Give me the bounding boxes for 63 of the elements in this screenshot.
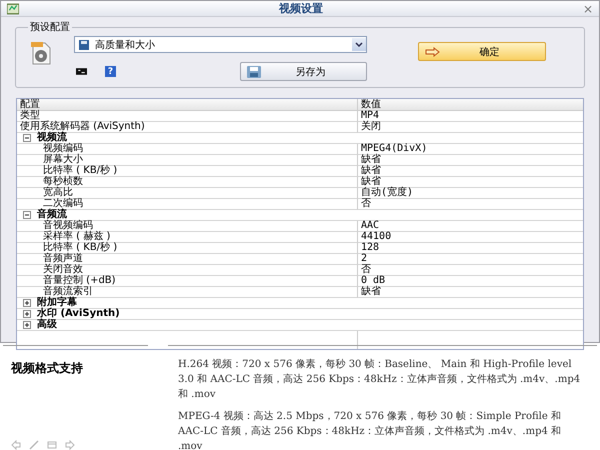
- arrow-left-icon: [11, 440, 21, 450]
- dropdown-value: 高质量和大小: [95, 38, 155, 52]
- setting-label: 采样率 ( 赫兹 ): [17, 232, 357, 243]
- setting-value: MPEG4(DivX): [357, 144, 583, 155]
- setting-label: 关闭音效: [17, 265, 357, 276]
- setting-label: 屏幕大小: [17, 155, 357, 166]
- arrow-right-icon: [424, 46, 440, 56]
- window-title: 视频设置: [278, 1, 324, 16]
- terminal-icon: [76, 66, 87, 77]
- setting-value: 缺省: [357, 287, 583, 298]
- setting-value: 缺省: [357, 166, 583, 177]
- group-label: 音频流: [37, 210, 67, 220]
- setting-value: 自动(宽度): [357, 188, 583, 199]
- expand-icon[interactable]: [23, 310, 31, 318]
- window-icon: [47, 440, 57, 450]
- group-row[interactable]: 视频流: [17, 133, 583, 144]
- setting-label: 使用系统解码器 (AviSynth): [17, 122, 357, 133]
- setting-value: 0 dB: [357, 276, 583, 287]
- group-row[interactable]: 音频流: [17, 210, 583, 221]
- group-label: 高级: [37, 320, 57, 330]
- save-as-button[interactable]: 另存为: [240, 62, 367, 81]
- setting-value: 否: [357, 265, 583, 276]
- setting-value: AAC: [357, 221, 583, 232]
- group-label: 水印 (AviSynth): [37, 309, 120, 319]
- setting-label: 音频声道: [17, 254, 357, 265]
- ok-button[interactable]: 确定: [418, 42, 546, 61]
- column-header: 数值: [357, 99, 583, 111]
- expand-icon[interactable]: [23, 299, 31, 307]
- section-heading: 视频格式支持: [11, 360, 84, 377]
- setting-label: 比特率 ( KB/秒 ): [17, 243, 357, 254]
- setting-value: 关闭: [357, 122, 583, 133]
- arrow-right-icon: [65, 440, 75, 450]
- profile-dropdown[interactable]: 高质量和大小: [74, 36, 367, 53]
- group-row[interactable]: 高级: [17, 320, 583, 331]
- paragraph: MPEG-4 视频：高达 2.5 Mbps，720 x 576 像素，每秒 30 帧：Simple Profile 和 AAC-LC 音频，高达 256 Kbps：48kHz：立体声音频，文件格式为 .m4v、.mp4 和 .mov: [178, 410, 562, 450]
- setting-value: 128: [357, 243, 583, 254]
- setting-label: 比特率 ( KB/秒 ): [17, 166, 357, 177]
- close-button[interactable]: ×: [582, 2, 593, 16]
- pencil-icon: [29, 440, 39, 450]
- setting-label: 音量控制 (+dB): [17, 276, 357, 287]
- setting-label: 宽高比: [17, 188, 357, 199]
- help-icon[interactable]: ?: [105, 66, 116, 77]
- setting-label: 类型: [17, 111, 357, 122]
- column-header: 配置: [17, 99, 357, 111]
- setting-value: 44100: [357, 232, 583, 243]
- setting-value: MP4: [357, 111, 583, 122]
- group-row[interactable]: 附加字幕: [17, 298, 583, 309]
- group-title: 预设配置: [29, 20, 71, 34]
- group-label: 视频流: [37, 133, 67, 143]
- setting-value: 否: [357, 199, 583, 210]
- setting-value: 缺省: [357, 177, 583, 188]
- collapse-icon[interactable]: [23, 134, 31, 142]
- setting-label: 音视频编码: [17, 221, 357, 232]
- caret-icon[interactable]: [352, 38, 366, 51]
- group-label: 附加字幕: [37, 298, 77, 308]
- paragraph: H.264 视频：720 x 576 像素，每秒 30 帧：Baseline、 Main 和 High-Profile level 3.0 和 AAC-LC 音频，高达 256 Kbps：48kHz：立体声音频，文件格式为 .m4v、.mp4 和 .mov: [178, 358, 582, 402]
- app-icon: [7, 2, 19, 14]
- setting-label: 视频编码: [17, 144, 357, 155]
- setting-value: 缺省: [357, 155, 583, 166]
- setting-label: 每秒桢数: [17, 177, 357, 188]
- setting-value: 2: [357, 254, 583, 265]
- collapse-icon[interactable]: [23, 211, 31, 219]
- expand-icon[interactable]: [23, 321, 31, 329]
